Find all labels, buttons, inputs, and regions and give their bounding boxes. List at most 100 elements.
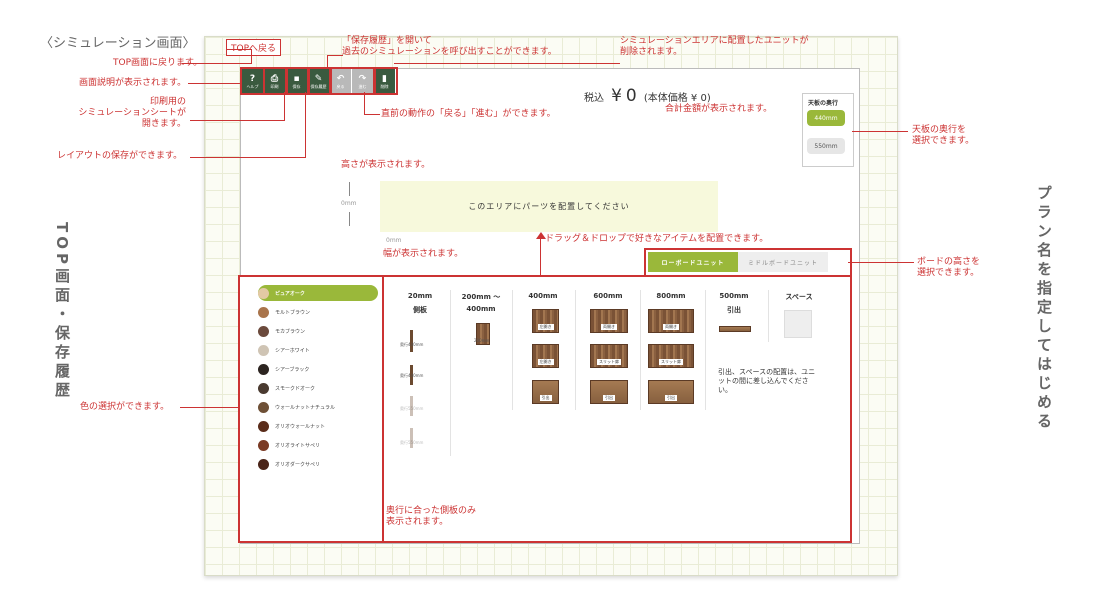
callout-line xyxy=(364,114,380,115)
unit-800-slit-door[interactable]: スリット扉 xyxy=(648,344,694,368)
delete-highlight xyxy=(373,67,398,95)
column-divider xyxy=(705,290,706,410)
color-dot xyxy=(258,363,269,375)
annotation-help: 画面説明が表示されます。 xyxy=(79,78,187,88)
unit-800-drawer[interactable]: 引出 xyxy=(648,380,694,404)
tab-low-board[interactable]: ローボードユニット xyxy=(648,252,738,272)
color-swatch[interactable]: モカブラウン xyxy=(258,323,378,339)
color-name: オリオライトサペリ xyxy=(275,442,321,449)
col-header-20mm: 20mm xyxy=(407,292,433,300)
drawer-item[interactable] xyxy=(719,326,751,332)
drop-area[interactable]: このエリアにパーツを配置してください xyxy=(380,181,718,232)
depth-550-button[interactable]: 550mm xyxy=(807,138,845,154)
side-panel-label: 奥行440mm xyxy=(400,373,424,378)
color-name: ウォールナットナチュラル xyxy=(275,404,336,411)
unit-600-slit-door[interactable]: スリット扉 xyxy=(590,344,628,368)
sub-header-drawer: 引出 xyxy=(727,306,741,314)
sub-header-side: 側板 xyxy=(413,306,427,314)
color-swatch[interactable]: ピュアオーク xyxy=(258,285,378,301)
color-swatch[interactable]: オリオウォールナット xyxy=(258,418,378,434)
annotation-side: 奥行に合った側板のみ 表示されます。 xyxy=(386,506,477,527)
callout-line xyxy=(327,55,328,67)
height-ruler-top xyxy=(349,182,350,196)
price-symbol: ¥ xyxy=(611,86,622,106)
unit-label: スリット扉 xyxy=(659,359,683,365)
placement-note: 引出、スペースの配置は、ユニットの間に差し込んでください。 xyxy=(718,368,816,394)
arrow-up-icon xyxy=(536,232,546,239)
color-swatch[interactable]: シアーブラック xyxy=(258,361,378,377)
color-name: オリオダークサペリ xyxy=(275,461,321,468)
page-title: 〈シミュレーション画面〉 xyxy=(40,36,196,51)
color-swatch[interactable]: オリオダークサペリ xyxy=(258,456,378,472)
callout-line xyxy=(190,120,285,121)
column-divider xyxy=(640,290,641,410)
price-prefix: 税込 xyxy=(584,93,604,104)
color-swatch[interactable]: シアーホワイト xyxy=(258,342,378,358)
side-panel-label: 奥行550mm xyxy=(400,440,424,445)
color-panel: ピュアオーク モルトブラウン モカブラウン シアーホワイト シアーブラック スモ… xyxy=(238,275,384,543)
callout-line xyxy=(226,49,252,50)
side-panel-label: 奥行550mm xyxy=(400,406,424,411)
unit-600-drawer[interactable]: 引出 xyxy=(590,380,628,404)
callout-line xyxy=(305,92,306,158)
annotation-total: 合計金額が表示されます。 xyxy=(665,104,773,114)
callout-line xyxy=(540,238,541,276)
color-swatch[interactable]: モルトブラウン xyxy=(258,304,378,320)
unit-400-drawer[interactable]: 引出 xyxy=(532,380,559,404)
column-divider xyxy=(512,290,513,410)
color-dot xyxy=(258,306,269,318)
color-dot xyxy=(258,344,269,356)
color-name: オリオウォールナット xyxy=(275,423,326,430)
annotation-delete: シミュレーションエリアに配置したユニットが 削除されます。 xyxy=(620,36,809,57)
height-ruler-bottom xyxy=(349,212,350,226)
side-panel-label: 奥行440mm xyxy=(400,342,424,347)
unit-label: 両開き xyxy=(601,324,617,330)
unit-label: 両開き xyxy=(663,324,679,330)
annotation-width: 幅が表示されます。 xyxy=(383,249,464,259)
color-swatch[interactable]: スモークドオーク xyxy=(258,380,378,396)
color-dot xyxy=(258,382,269,394)
unit-800-double-door[interactable]: 両開き xyxy=(648,309,694,333)
unit-label: 引出 xyxy=(665,395,677,401)
color-dot xyxy=(258,439,269,451)
unit-label: 引出 xyxy=(603,395,615,401)
price-value: 0 xyxy=(625,86,637,106)
callout-line xyxy=(284,92,285,121)
depth-440-button[interactable]: 440mm xyxy=(807,110,845,126)
unit-400-left-door[interactable]: 左開き xyxy=(532,309,559,333)
tab-middle-board[interactable]: ミドルボードユニット xyxy=(738,252,828,272)
top-back-button[interactable]: TOPへ戻る xyxy=(226,39,282,56)
board-200mm-label: 200mm xyxy=(474,338,490,343)
board-tabs: ローボードユニット ミドルボードユニット xyxy=(648,252,828,272)
undo-redo-highlight xyxy=(329,67,376,95)
callout-line xyxy=(364,92,365,114)
color-dot xyxy=(258,325,269,337)
annotation-history: 「保存履歴」を開いて 過去のシミュレーションを呼び出すことができます。 xyxy=(342,36,557,57)
unit-label: 左開き xyxy=(537,359,554,365)
color-dot xyxy=(258,458,269,470)
color-name: モルトブラウン xyxy=(275,309,311,316)
help-highlight xyxy=(240,67,265,95)
unit-label: スリット扉 xyxy=(597,359,621,365)
unit-600-double-door[interactable]: 両開き xyxy=(590,309,628,333)
color-swatch[interactable]: オリオライトサペリ xyxy=(258,437,378,453)
col-header-800mm: 800mm xyxy=(656,292,686,300)
space-item[interactable] xyxy=(784,310,812,338)
annotation-save: レイアウトの保存ができます。 xyxy=(57,151,183,161)
side-panel-item[interactable] xyxy=(410,330,413,352)
annotation-color: 色の選択ができます。 xyxy=(80,402,170,412)
column-divider xyxy=(450,290,451,456)
color-swatch[interactable]: ウォールナットナチュラル xyxy=(258,399,378,415)
depth-title: 天板の奥行 xyxy=(808,100,839,107)
annotation-height: 高さが表示されます。 xyxy=(341,160,431,170)
col-header-600mm: 600mm xyxy=(593,292,623,300)
plan-name-label: プラン名を指定してはじめる xyxy=(1035,185,1053,432)
annotation-board: ボードの高さを 選択できます。 xyxy=(917,257,981,278)
col-header-200mm: 200mm ～ xyxy=(461,293,501,301)
col-header-space: スペース xyxy=(785,293,813,301)
callout-line xyxy=(190,157,306,158)
color-name: シアーホワイト xyxy=(275,347,310,354)
unit-400-left-door[interactable]: 左開き xyxy=(532,344,559,368)
color-dot xyxy=(258,420,269,432)
price-detail: (本体価格 ¥ 0) xyxy=(643,93,711,104)
